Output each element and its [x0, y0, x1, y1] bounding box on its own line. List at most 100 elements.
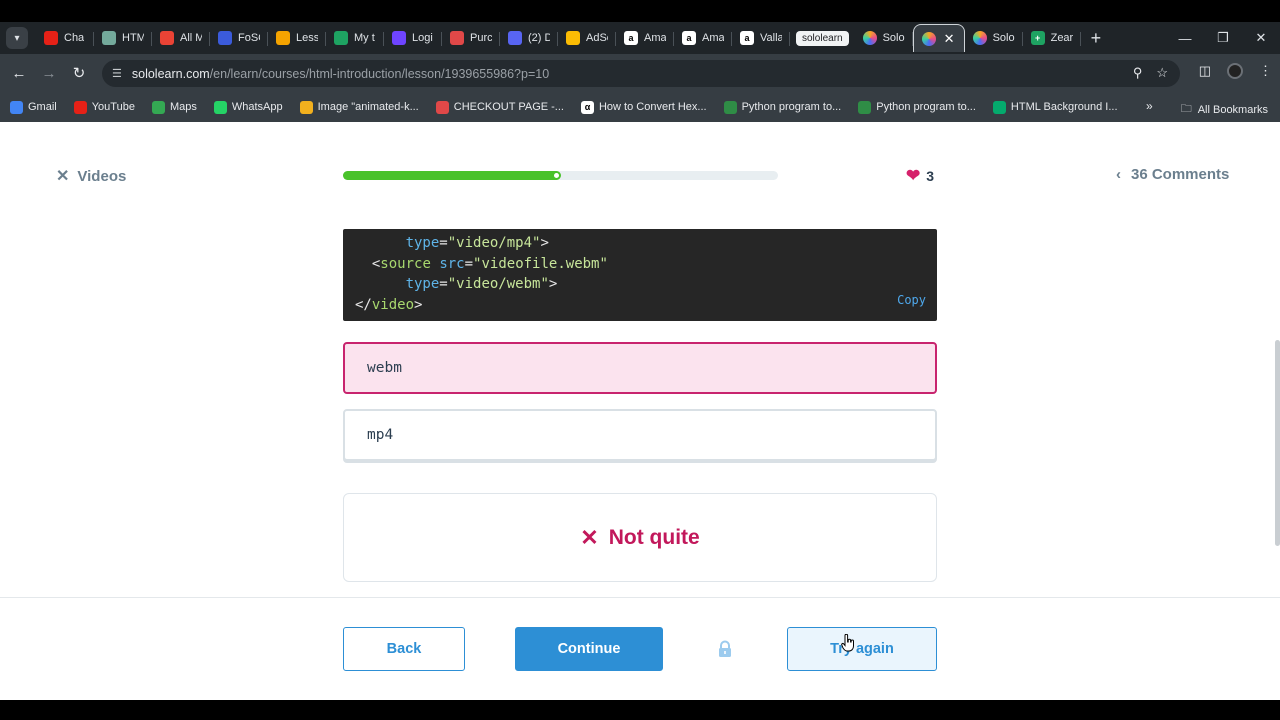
bookmark-item[interactable]: HTML Background I...	[992, 100, 1118, 114]
receipt-icon	[450, 31, 464, 45]
minimize-icon[interactable]: —	[1166, 31, 1204, 46]
tab-5[interactable]: My t	[326, 24, 384, 52]
reload-icon[interactable]: ↻	[64, 64, 94, 82]
bookmark-item[interactable]: CHECKOUT PAGE -...	[435, 100, 564, 114]
bookmark-star-icon[interactable]: ☆	[1156, 65, 1168, 81]
bookmark-item[interactable]: α How to Convert Hex...	[580, 100, 707, 114]
youtube-icon	[44, 31, 58, 45]
profile-avatar[interactable]	[1227, 63, 1243, 79]
code-line: type="video/webm">	[405, 276, 558, 292]
folder-icon: 🗀	[1180, 103, 1192, 115]
adsense-icon	[566, 31, 580, 45]
url-host: sololearn.com	[131, 66, 210, 81]
tab-sololearn[interactable]: Solo	[855, 24, 913, 52]
code-line: <source src="videofile.webm"	[371, 255, 608, 272]
restore-icon[interactable]: ❐	[1204, 30, 1242, 46]
lesson-page: ✕ Videos ❤ 3 ‹ 36 Comments type="video/m…	[0, 122, 1280, 700]
site-icon	[218, 31, 232, 45]
tab-7[interactable]: Purc	[442, 24, 500, 52]
tab-11[interactable]: a Ama	[674, 24, 732, 52]
tab-3[interactable]: FoSC	[210, 24, 268, 52]
amazon-icon: a	[624, 31, 638, 45]
amazon-icon: a	[740, 31, 754, 45]
comments-link[interactable]: ‹ 36 Comments	[1116, 166, 1229, 183]
bookmark-item[interactable]: Python program to...	[858, 100, 976, 114]
tab-strip: ▾ ChaHTMAll MFoSCLessMy tLogiPurc(2) DAd…	[0, 22, 1280, 54]
side-panel-icon[interactable]: ◫	[1199, 63, 1211, 79]
star-icon	[299, 100, 313, 114]
feedback-box: ✕ Not quite	[343, 493, 937, 582]
bookmark-item[interactable]: YouTube	[73, 100, 135, 114]
bookmark-item[interactable]: WhatsApp	[213, 100, 283, 114]
tab-sololearn-2[interactable]: Solo	[965, 24, 1023, 52]
gfg-icon	[723, 100, 737, 114]
chevron-left-icon: ‹	[1116, 166, 1121, 183]
tab-zear[interactable]: + Zear	[1023, 24, 1081, 52]
tab-list: ChaHTMAll MFoSCLessMy tLogiPurc(2) DAdSe…	[36, 22, 790, 54]
back-arrow-icon[interactable]: ←	[4, 65, 34, 82]
more-bookmarks-icon[interactable]: »	[1146, 99, 1153, 113]
w3-icon	[992, 100, 1006, 114]
forward-arrow-icon[interactable]: →	[34, 65, 64, 82]
all-bookmarks[interactable]: 🗀 All Bookmarks	[1181, 100, 1268, 119]
feedback-text: Not quite	[608, 525, 700, 549]
page-scrollbar[interactable]	[1275, 340, 1280, 546]
bookmark-item[interactable]: Python program to...	[723, 100, 841, 114]
url-path: /en/learn/courses/html-introduction/less…	[209, 66, 550, 81]
discord-icon	[508, 31, 522, 45]
tab-12[interactable]: a Valla	[732, 24, 790, 52]
progress-fill	[343, 171, 561, 180]
zoom-icon[interactable]: ⚲	[1133, 65, 1143, 81]
answer-option[interactable]: mp4	[343, 409, 937, 461]
lesson-progress-bar	[343, 171, 778, 180]
heart-icon: ❤	[906, 166, 921, 185]
sheets-icon	[334, 31, 348, 45]
browser-toolbar: ← → ↻ ☰ sololearn.com/en/learn/courses/h…	[0, 54, 1280, 92]
continue-button[interactable]: Continue	[515, 627, 663, 671]
tab-1[interactable]: HTM	[94, 24, 152, 52]
pin-icon	[276, 31, 290, 45]
hearts-counter: ❤ 3	[906, 166, 935, 185]
videos-link[interactable]: ✕ Videos	[56, 166, 126, 186]
menu-dots-icon[interactable]: ⋮	[1259, 63, 1272, 79]
tab-9[interactable]: AdSe	[558, 24, 616, 52]
sololearn-icon	[862, 31, 877, 45]
tab-tooltip: sololearn	[796, 30, 849, 46]
new-tab-icon[interactable]: +	[1091, 28, 1102, 49]
code-line: type="video/mp4">	[405, 235, 549, 251]
window-controls: — ❐ ✕	[1166, 22, 1280, 54]
try-again-button[interactable]: Try again	[787, 627, 937, 671]
bookmark-item[interactable]: Gmail	[10, 100, 57, 114]
sheets-icon: +	[1030, 31, 1045, 45]
tab-2[interactable]: All M	[152, 24, 210, 52]
bookmark-item[interactable]: Maps	[151, 100, 197, 114]
gfg-icon	[858, 100, 872, 114]
window-close-icon[interactable]: ✕	[1242, 30, 1280, 46]
hand-cursor-icon	[841, 634, 854, 652]
tab-0[interactable]: Cha	[36, 24, 94, 52]
wrong-x-icon: ✕	[580, 524, 599, 550]
amazon-icon: a	[682, 31, 696, 45]
tab-active[interactable]: ✕	[912, 24, 965, 52]
tab-10[interactable]: a Ama	[616, 24, 674, 52]
back-button[interactable]: Back	[343, 627, 465, 671]
checkout-icon	[435, 100, 449, 114]
lock-icon	[719, 640, 731, 657]
maps-icon	[151, 100, 165, 114]
copy-button[interactable]: Copy	[897, 290, 926, 311]
footer-divider	[0, 597, 1280, 598]
tab-search-icon[interactable]: ▾	[6, 27, 28, 49]
tab-6[interactable]: Logi	[384, 24, 442, 52]
close-icon[interactable]: ✕	[944, 31, 955, 47]
tab-8[interactable]: (2) D	[500, 24, 558, 52]
tab-4[interactable]: Less	[268, 24, 326, 52]
alpha-icon: α	[580, 100, 594, 114]
code-lines: type="video/mp4"> <source src="videofile…	[355, 233, 925, 315]
upwork-icon	[392, 31, 406, 45]
site-settings-icon[interactable]: ☰	[112, 67, 122, 80]
bookmarks-bar: Gmail YouTube Maps WhatsApp Image "animated-…	[0, 92, 1280, 122]
bookmark-item[interactable]: Image "animated-k...	[299, 100, 419, 114]
youtube-icon	[73, 100, 87, 114]
address-bar[interactable]: ☰ sololearn.com/en/learn/courses/html-in…	[102, 60, 1180, 87]
answer-option-selected[interactable]: webm	[343, 342, 937, 394]
